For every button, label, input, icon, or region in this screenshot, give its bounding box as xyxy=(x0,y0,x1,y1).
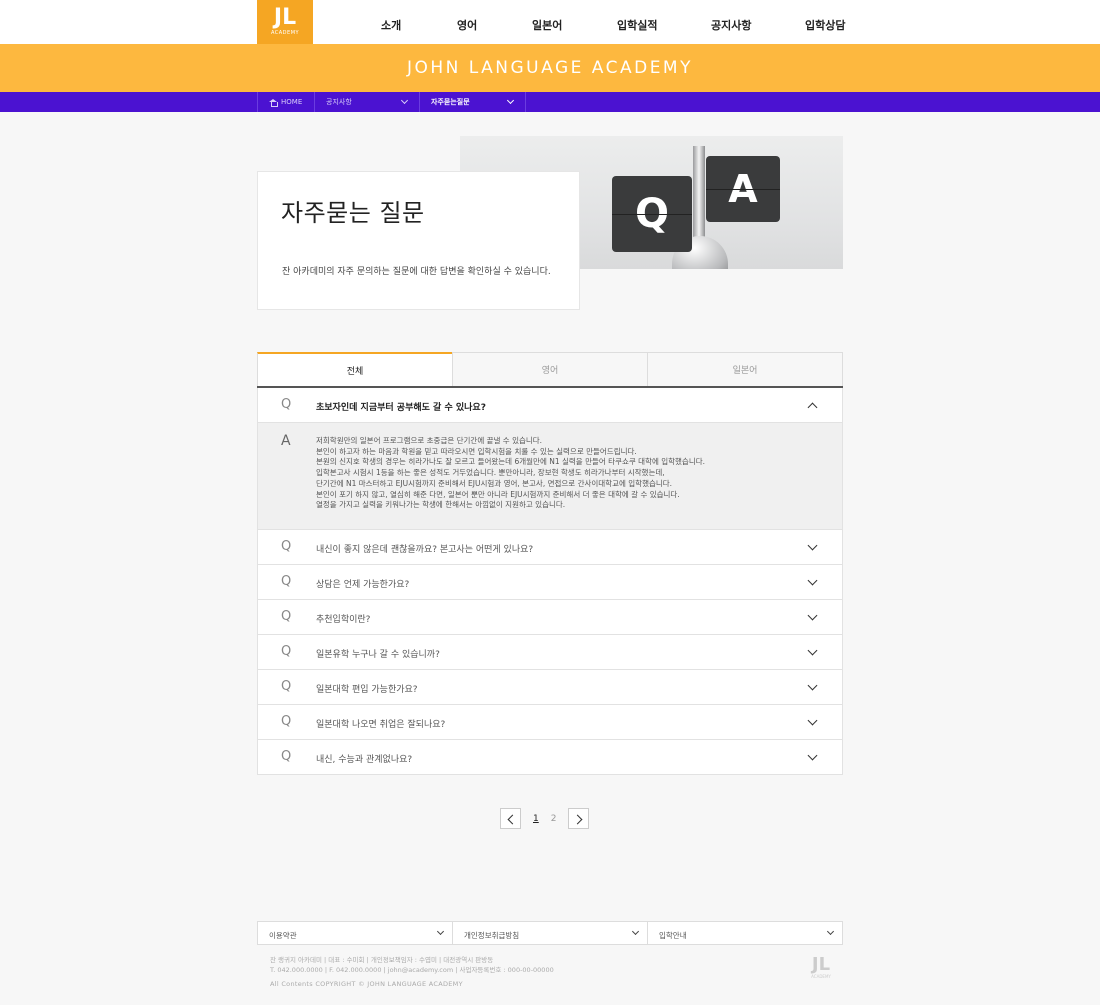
faq-question-row[interactable]: Q 내신이 좋지 않은데 괜찮을까요? 본고사는 어떤게 있나요? xyxy=(258,530,842,565)
nav-item-intro[interactable]: 소개 xyxy=(381,17,401,33)
footer-select-label: 이용약관 xyxy=(269,931,297,940)
question-text: 초보자인데 지금부터 공부해도 갈 수 있나요? xyxy=(316,403,486,413)
faq-answer: A 저희학원만의 일본어 프로그램으로 초중급은 단기간에 끝낼 수 있습니다.… xyxy=(258,423,842,530)
breadcrumb-dropdown-faq[interactable]: 자주묻는질문 xyxy=(419,92,526,112)
faq-question-row[interactable]: Q 상담은 언제 가능한가요? xyxy=(258,565,842,600)
page-number[interactable]: 2 xyxy=(551,814,557,824)
page-title: 자주묻는 질문 xyxy=(281,199,425,227)
chevron-up-icon xyxy=(807,402,818,413)
breadcrumb-home-label: HOME xyxy=(281,98,303,106)
question-marker: Q xyxy=(281,574,292,589)
question-text: 내신, 수능과 관계없나요? xyxy=(316,755,413,765)
tab-all[interactable]: 전체 xyxy=(257,352,453,386)
flip-card-a: A xyxy=(706,156,780,222)
breadcrumb-dropdown-notice[interactable]: 공지사항 xyxy=(314,92,419,112)
top-navigation-bar: JL ACADEMY 소개 영어 일본어 입학실적 공지사항 입학상담 xyxy=(0,0,1100,44)
footer-logo-mark: JL xyxy=(811,954,831,975)
chevron-down-icon xyxy=(506,96,515,105)
footer-select-privacy[interactable]: 개인정보취급방침 xyxy=(452,921,648,945)
footer-company-info: 잔 랭귀지 아카데미 | 대표 : 수미회 | 개인정보책임자 : 수엽미 | … xyxy=(270,955,554,975)
logo-mark: JL xyxy=(273,5,297,30)
question-marker: Q xyxy=(281,679,292,694)
nav-item-english[interactable]: 영어 xyxy=(457,17,477,33)
question-text: 추천입학이란? xyxy=(316,615,371,625)
chevron-down-icon xyxy=(400,96,409,105)
answer-text: 저희학원만의 일본어 프로그램으로 초중급은 단기간에 끝낼 수 있습니다. 본… xyxy=(316,436,705,511)
question-marker: Q xyxy=(281,644,292,659)
footer-select-label: 개인정보취급방침 xyxy=(464,931,520,940)
question-text: 내신이 좋지 않은데 괜찮을까요? 본고사는 어떤게 있나요? xyxy=(316,545,534,555)
question-text: 일본대학 편입 가능한가요? xyxy=(316,685,418,695)
footer-info-line: 잔 랭귀지 아카데미 | 대표 : 수미회 | 개인정보책임자 : 수엽미 | … xyxy=(270,956,494,964)
answer-marker: A xyxy=(281,433,291,449)
footer-select-label: 입학안내 xyxy=(659,931,687,940)
flip-letter-a: A xyxy=(728,167,758,211)
footer-logo: JL ACADEMY xyxy=(808,956,834,986)
question-text: 일본대학 나오면 취업은 잘되나요? xyxy=(316,720,446,730)
banner-title: JOHN LANGUAGE ACADEMY xyxy=(407,58,693,78)
chevron-down-icon xyxy=(807,645,818,656)
breadcrumb-level2-label: 자주묻는질문 xyxy=(431,98,470,106)
footer-logo-subtitle: ACADEMY xyxy=(811,974,831,979)
faq-list: Q 초보자인데 지금부터 공부해도 갈 수 있나요? A 저희학원만의 일본어 … xyxy=(257,388,843,775)
chevron-down-icon xyxy=(807,575,818,586)
faq-question-row[interactable]: Q 일본대학 편입 가능한가요? xyxy=(258,670,842,705)
chevron-down-icon xyxy=(807,540,818,551)
title-banner: JOHN LANGUAGE ACADEMY xyxy=(0,44,1100,92)
footer-copyright: All Contents COPYRIGHT © JOHN LANGUAGE A… xyxy=(270,980,463,988)
answer-line: 단기간에 N1 마스터하고 EJU시험까지 준비해서 EJU시험과 영어, 본고… xyxy=(316,478,673,488)
flip-letter-q: Q xyxy=(634,191,669,237)
question-marker: Q xyxy=(281,714,292,729)
nav-item-admission-results[interactable]: 입학실적 xyxy=(617,17,657,33)
breadcrumb: HOME 공지사항 자주묻는질문 xyxy=(0,92,1100,112)
category-tabs: 전체 영어 일본어 xyxy=(257,352,843,388)
question-marker: Q xyxy=(281,749,292,764)
page-number-current[interactable]: 1 xyxy=(533,814,539,824)
home-icon xyxy=(269,98,278,107)
next-page-button[interactable] xyxy=(568,808,590,829)
faq-question-row[interactable]: Q 내신, 수능과 관계없나요? xyxy=(258,740,842,775)
nav-item-japanese[interactable]: 일본어 xyxy=(532,17,562,33)
chevron-down-icon xyxy=(631,927,640,936)
footer-select-admission[interactable]: 입학안내 xyxy=(647,921,843,945)
breadcrumb-home[interactable]: HOME xyxy=(257,92,314,112)
logo-subtitle: ACADEMY xyxy=(270,30,300,36)
footer-info-line: T. 042.000.0000 | F. 042.000.0000 | john… xyxy=(270,966,554,974)
answer-line: 저희학원만의 일본어 프로그램으로 초중급은 단기간에 끝낼 수 있습니다. xyxy=(316,436,543,445)
previous-page-button[interactable] xyxy=(500,808,521,829)
chevron-down-icon xyxy=(436,927,445,936)
chevron-down-icon xyxy=(807,715,818,726)
nav-item-notice[interactable]: 공지사항 xyxy=(711,17,751,33)
answer-line: 열정을 가지고 실력을 키워나가는 학생에 한해서는 아낌없이 지원하고 있습니… xyxy=(316,500,566,510)
breadcrumb-level1-label: 공지사항 xyxy=(326,98,352,106)
page-description: 잔 아카데미의 자주 문의하는 질문에 대한 답변을 확인하실 수 있습니다. xyxy=(282,267,551,277)
tab-japanese[interactable]: 일본어 xyxy=(647,352,843,386)
answer-line: 본원의 신지호 학생의 경우는 히라가나도 잘 모르고 들어왔는데 6개월만에 … xyxy=(316,457,706,467)
question-text: 상담은 언제 가능한가요? xyxy=(316,580,410,590)
faq-question-row[interactable]: Q 일본대학 나오면 취업은 잘되나요? xyxy=(258,705,842,740)
answer-line: 본인이 하고자 하는 마음과 학원을 믿고 따라오시면 입학시험을 치룰 수 있… xyxy=(316,446,637,456)
pagination: 1 2 xyxy=(500,808,590,829)
answer-line: 입학본고사 시험시 1등을 하는 좋은 성적도 거두었습니다. 뿐만아니라, 장… xyxy=(316,468,665,478)
footer-link-selects: 이용약관 개인정보취급방침 입학안내 xyxy=(257,921,843,945)
tab-english[interactable]: 영어 xyxy=(452,352,648,386)
page-numbers: 1 2 xyxy=(521,814,568,824)
faq-question-row[interactable]: Q 초보자인데 지금부터 공부해도 갈 수 있나요? xyxy=(258,388,842,423)
faq-question-row[interactable]: Q 추천입학이란? xyxy=(258,600,842,635)
question-text: 일본유학 누구나 갈 수 있습니까? xyxy=(316,650,440,660)
chevron-down-icon xyxy=(807,680,818,691)
question-marker: Q xyxy=(281,609,292,624)
flip-card-q: Q xyxy=(612,176,692,252)
chevron-down-icon xyxy=(807,750,818,761)
footer-select-terms[interactable]: 이용약관 xyxy=(257,921,453,945)
answer-line: 본인이 포기 하지 않고, 열심히 해준 다면, 일본어 뿐만 아니라 EJU시… xyxy=(316,489,680,499)
nav-item-consultation[interactable]: 입학상담 xyxy=(805,17,845,33)
chevron-down-icon xyxy=(826,927,835,936)
question-marker: Q xyxy=(281,397,292,412)
page-intro-card: 자주묻는 질문 잔 아카데미의 자주 문의하는 질문에 대한 답변을 확인하실 … xyxy=(257,171,580,310)
chevron-down-icon xyxy=(807,610,818,621)
academy-logo[interactable]: JL ACADEMY xyxy=(257,0,313,44)
faq-question-row[interactable]: Q 일본유학 누구나 갈 수 있습니까? xyxy=(258,635,842,670)
question-marker: Q xyxy=(281,539,292,554)
